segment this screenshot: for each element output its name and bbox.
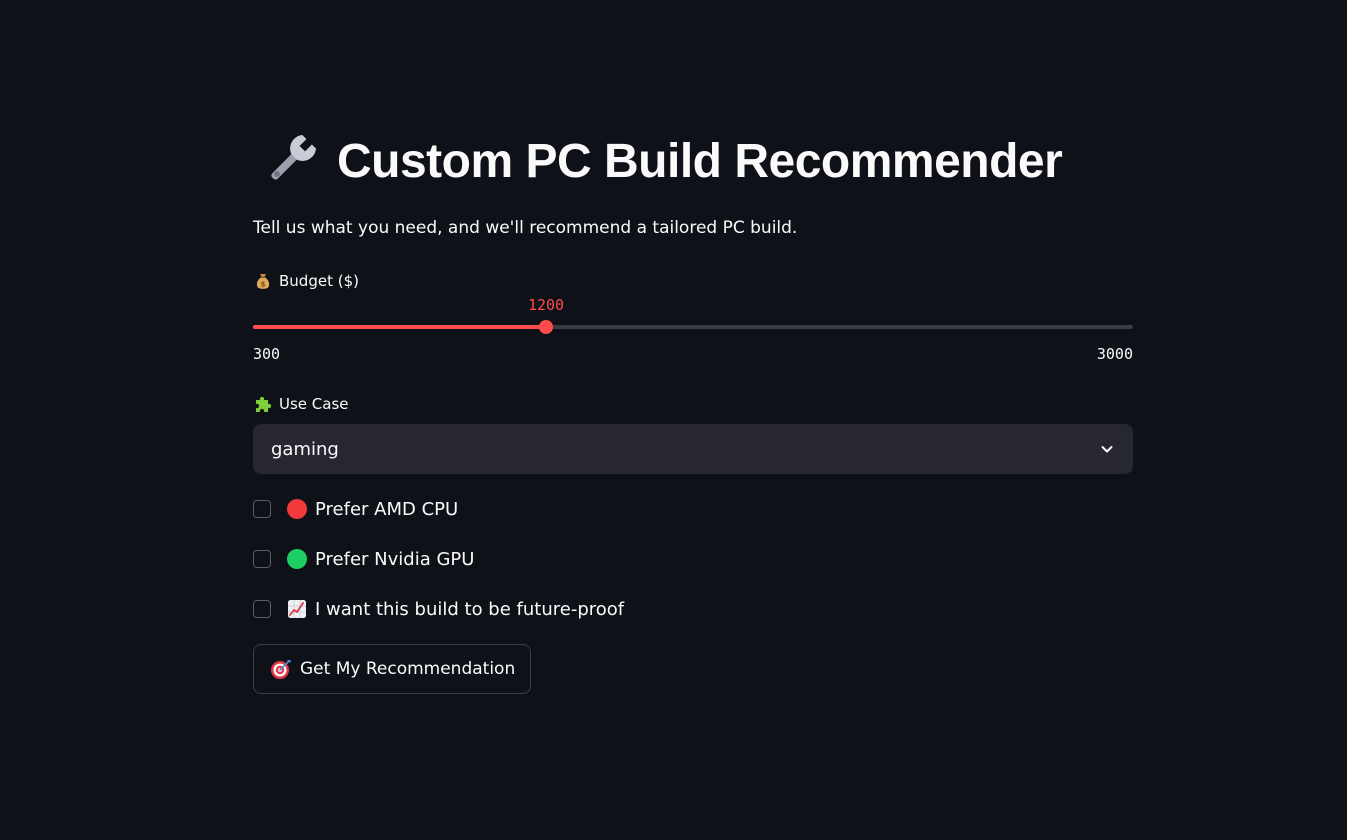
target-icon: [271, 660, 291, 679]
budget-slider[interactable]: [253, 317, 1133, 337]
prefer-amd-cpu-checkbox[interactable]: [253, 500, 271, 518]
get-recommendation-label: Get My Recommendation: [300, 659, 516, 679]
budget-slider-value: 1200: [527, 296, 565, 314]
budget-slider-min: 300: [253, 345, 281, 363]
budget-label-text: Budget ($): [279, 272, 359, 290]
budget-slider-max: 3000: [1096, 345, 1133, 363]
budget-slider-thumb[interactable]: [539, 320, 553, 334]
prefer-nvidia-gpu-checkbox[interactable]: [253, 550, 271, 568]
prefer-nvidia-gpu-option[interactable]: Prefer Nvidia GPU: [253, 547, 474, 571]
budget-label: $ Budget ($): [253, 271, 359, 291]
use-case-selected-value: gaming: [271, 438, 339, 460]
svg-text:$: $: [261, 281, 266, 289]
red-circle-icon: [287, 499, 307, 519]
page-header: Custom PC Build Recommender: [259, 128, 1063, 194]
prefer-nvidia-gpu-label: Prefer Nvidia GPU: [315, 548, 475, 570]
future-proof-checkbox[interactable]: [253, 600, 271, 618]
future-proof-label: I want this build to be future-proof: [315, 598, 625, 620]
puzzle-piece-icon: [256, 396, 272, 412]
page-title: Custom PC Build Recommender: [337, 134, 1063, 188]
budget-slider-fill: [253, 325, 546, 329]
use-case-label-text: Use Case: [279, 395, 349, 413]
wrench-icon: [271, 134, 317, 180]
use-case-select[interactable]: gaming: [253, 424, 1133, 474]
use-case-label: Use Case: [253, 394, 349, 414]
get-recommendation-button[interactable]: Get My Recommendation: [253, 644, 532, 694]
prefer-amd-cpu-label: Prefer AMD CPU: [315, 498, 459, 520]
chevron-down-icon[interactable]: [1099, 441, 1115, 457]
money-bag-icon: $: [256, 274, 270, 289]
prefer-amd-cpu-option[interactable]: Prefer AMD CPU: [253, 497, 458, 521]
green-circle-icon: [287, 549, 307, 569]
chart-increasing-icon: [288, 600, 306, 618]
page-subtitle: Tell us what you need, and we'll recomme…: [253, 218, 798, 238]
future-proof-option[interactable]: I want this build to be future-proof: [253, 597, 624, 621]
